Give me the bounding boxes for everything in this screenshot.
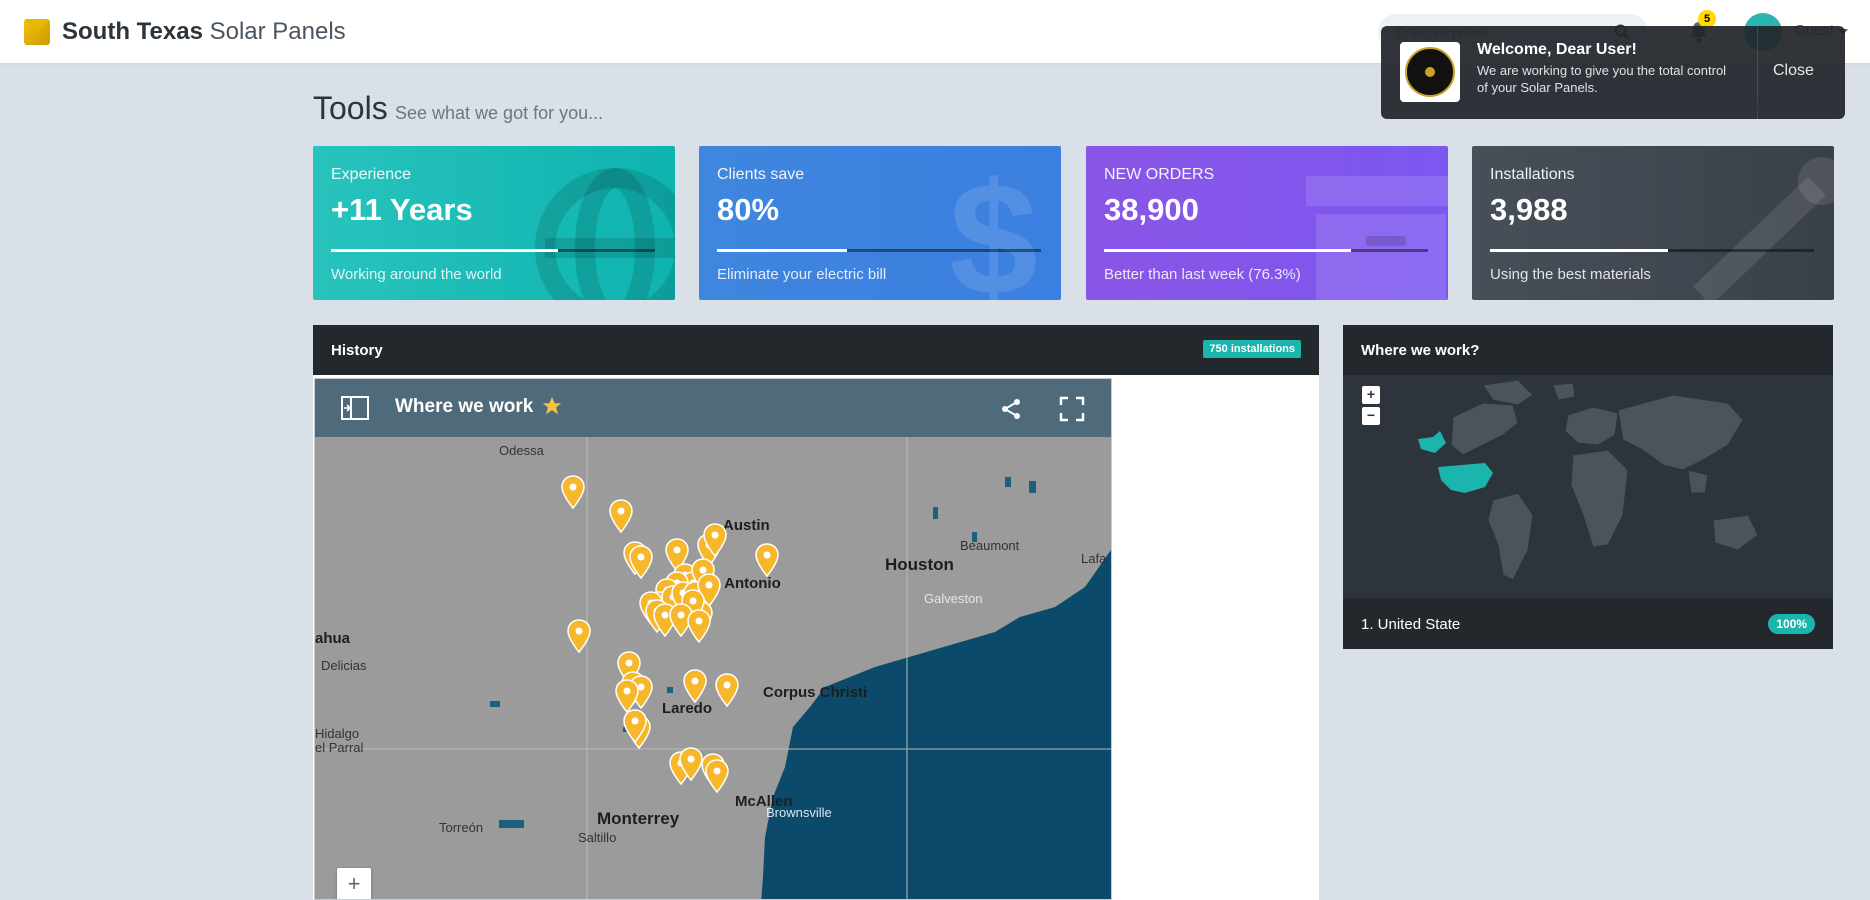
country-percent-badge: 100%: [1768, 614, 1815, 634]
embedded-map[interactable]: Where we work Odessa Austin Houston Beau…: [314, 378, 1112, 900]
page-subtitle: See what we got for you...: [395, 103, 604, 123]
map-label-houston: Houston: [885, 555, 954, 574]
world-map-zoom-in-button[interactable]: +: [1362, 386, 1380, 404]
archive-icon: [1306, 176, 1448, 300]
fullscreen-icon[interactable]: [1059, 396, 1085, 422]
stat-progress: [331, 249, 655, 252]
toast-title: Welcome, Dear User!: [1477, 41, 1637, 58]
map-label-chihuahua: ahua: [315, 630, 351, 647]
map-label-monterrey: Monterrey: [597, 809, 680, 828]
map-pin-icon[interactable]: [622, 709, 648, 743]
welcome-toast: Welcome, Dear User! We are working to gi…: [1381, 26, 1845, 119]
toast-message: We are working to give you the total con…: [1477, 63, 1727, 95]
map-label-delicias: Delicias: [321, 658, 367, 673]
map-label-torreon: Torreón: [439, 820, 484, 835]
stat-progress: [1104, 249, 1428, 252]
stat-card-experience: Experience +11 Years Working around the …: [313, 146, 675, 300]
world-map-canvas: [1418, 379, 1759, 581]
map-pin-icon[interactable]: [614, 679, 640, 713]
brand-name-bold: South Texas: [62, 18, 203, 45]
seal-icon: [1405, 47, 1455, 97]
star-icon[interactable]: [541, 395, 563, 417]
breadcrumb-home[interactable]: Home: [1687, 99, 1727, 116]
map-label-corpus: Corpus Christi: [763, 684, 868, 701]
map-zoom-in-button[interactable]: +: [337, 868, 371, 899]
world-map[interactable]: + −: [1343, 375, 1833, 598]
where-we-work-title: Where we work?: [1361, 342, 1480, 359]
globe-icon: [535, 168, 675, 300]
toast-close-button[interactable]: Close: [1773, 62, 1814, 80]
stat-progress-fill: [1104, 249, 1352, 252]
map-pin-icon[interactable]: [628, 545, 654, 579]
alaska-highlight: [1418, 431, 1446, 453]
map-pin-icon[interactable]: [686, 609, 712, 643]
brand-name-light: Solar Panels: [209, 18, 346, 45]
map-label-odessa: Odessa: [499, 443, 544, 458]
where-we-work-panel: Where we work? + − 1. United State 100%: [1343, 325, 1833, 649]
stat-label: Experience: [331, 166, 412, 183]
map-label-austin: Austin: [723, 517, 770, 534]
stat-label: Installations: [1490, 166, 1575, 183]
stat-value: 38,900: [1104, 192, 1199, 227]
map-pin-icon[interactable]: [714, 673, 740, 707]
wrench-icon: [1693, 157, 1834, 300]
world-map-zoom-out-button[interactable]: −: [1362, 407, 1380, 425]
sidebar-toggle-icon[interactable]: [341, 396, 369, 420]
map-pin-icon[interactable]: [704, 759, 730, 793]
map-pin-icon[interactable]: [682, 669, 708, 703]
stat-card-clients-save: $ Clients save 80% Eliminate your electr…: [699, 146, 1061, 300]
map-pin-icon[interactable]: [754, 543, 780, 577]
history-panel-header: History 750 installations: [313, 325, 1319, 375]
installations-badge: 750 installations: [1203, 340, 1301, 358]
usa-highlight: [1438, 463, 1493, 493]
stat-card-installations: Installations 3,988 Using the best mater…: [1472, 146, 1834, 300]
stat-value: 3,988: [1490, 192, 1568, 227]
stat-progress: [1490, 249, 1814, 252]
map-label-saltillo: Saltillo: [578, 830, 617, 845]
map-label-lafa: Lafa: [1081, 551, 1107, 566]
map-label-parral: el Parral: [315, 740, 364, 755]
company-seal-logo: [1400, 42, 1460, 102]
svg-text:$: $: [949, 164, 1038, 300]
map-pin-icon[interactable]: [608, 499, 634, 533]
map-pin-icon[interactable]: [566, 619, 592, 653]
stat-label: NEW ORDERS: [1104, 166, 1215, 183]
share-icon[interactable]: [999, 397, 1023, 421]
breadcrumb-dashboard[interactable]: Dashboard: [1756, 99, 1829, 116]
map-title: Where we work: [395, 396, 534, 417]
stat-progress: [717, 249, 1041, 252]
stat-progress-fill: [1490, 249, 1669, 252]
brand-name: South Texas Solar Panels: [62, 18, 346, 46]
stat-label: Clients save: [717, 166, 805, 183]
dollar-icon: $: [949, 164, 1038, 300]
page-title: Tools: [313, 90, 388, 126]
stat-desc: Using the best materials: [1490, 266, 1651, 283]
stat-desc: Working around the world: [331, 266, 502, 283]
map-pin-icon[interactable]: [560, 475, 586, 509]
history-panel: History 750 installations Where we work …: [313, 325, 1319, 900]
stat-value: +11 Years: [331, 192, 473, 227]
stat-desc: Eliminate your electric bill: [717, 266, 887, 283]
map-label-beaumont: Beaumont: [960, 538, 1020, 553]
stat-card-new-orders: NEW ORDERS 38,900 Better than last week …: [1086, 146, 1448, 300]
stat-progress-fill: [331, 249, 558, 252]
map-label-galveston: Galveston: [924, 591, 983, 606]
stat-progress-fill: [717, 249, 847, 252]
brand-logo-icon: [24, 19, 50, 45]
map-pin-icon[interactable]: [702, 523, 728, 557]
history-title: History: [331, 342, 383, 359]
brand[interactable]: South Texas Solar Panels: [24, 17, 346, 47]
country-item: 1. United State: [1361, 616, 1461, 633]
map-label-brownsville: Brownsville: [766, 805, 832, 820]
map-header: Where we work: [315, 379, 1111, 437]
map-canvas: [315, 437, 1111, 899]
stat-value: 80%: [717, 192, 780, 227]
stat-desc: Better than last week (76.3%): [1104, 266, 1301, 283]
map-label-hidalgo: Hidalgo: [315, 726, 360, 741]
